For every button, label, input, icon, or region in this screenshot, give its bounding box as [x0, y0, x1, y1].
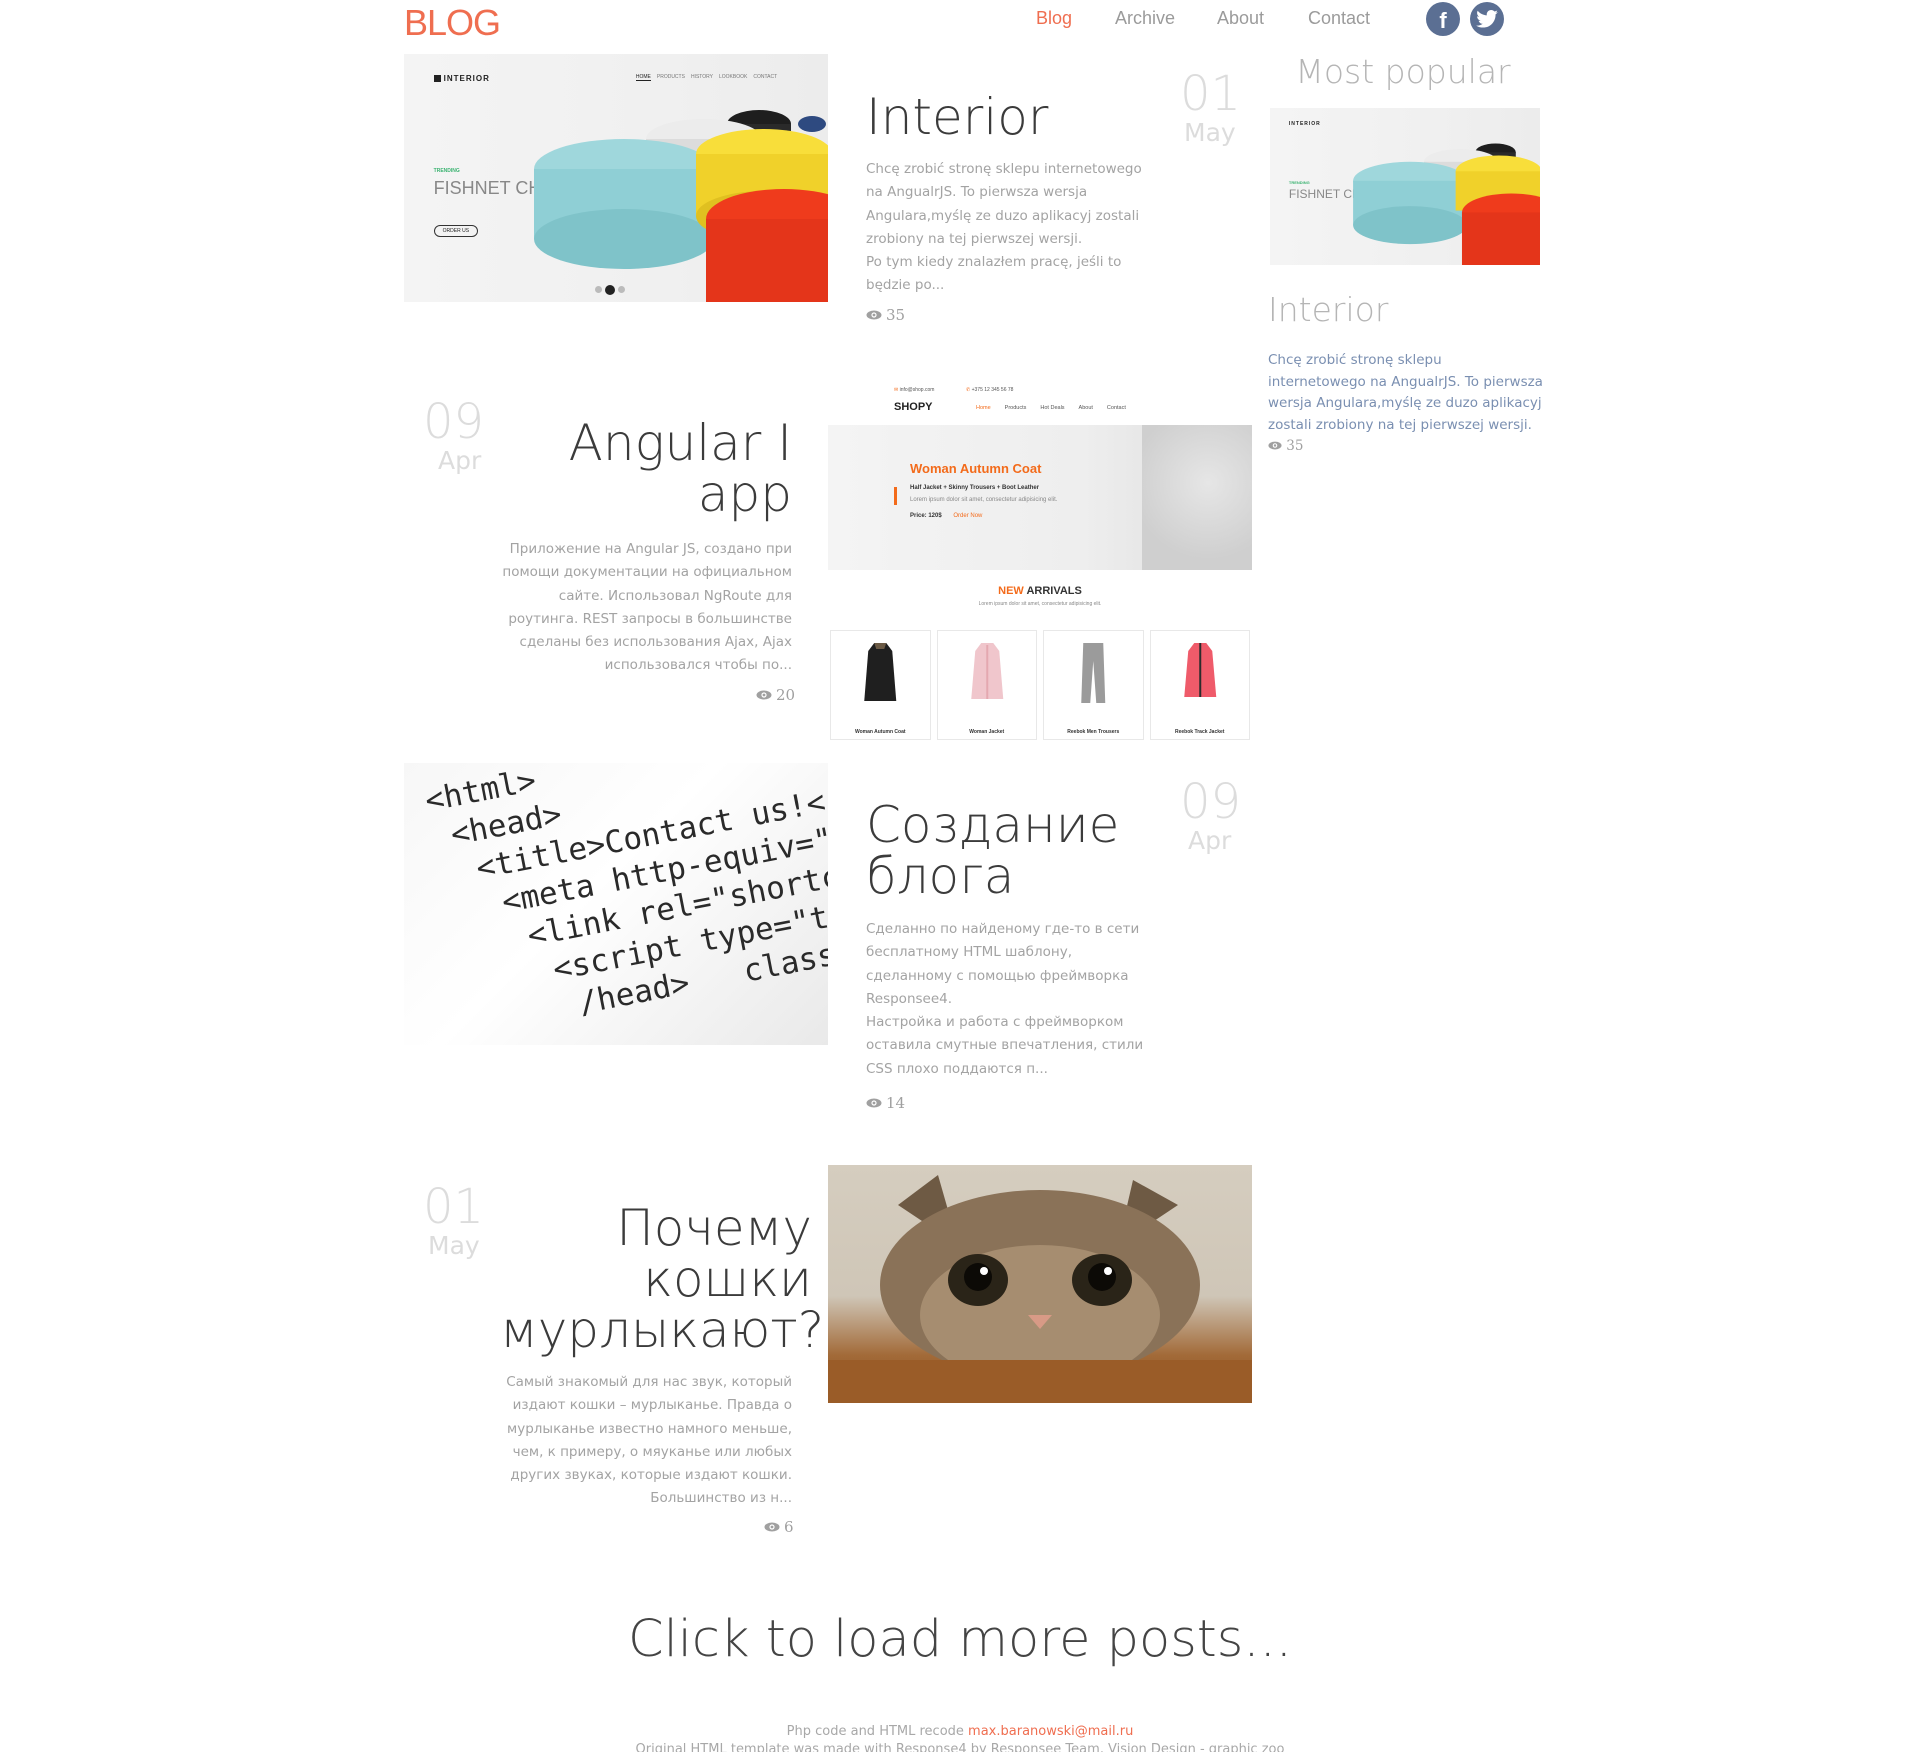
post-1-title[interactable]: Interior: [866, 92, 1048, 143]
post-2-excerpt: Приложение на Angular JS, создано при по…: [502, 541, 792, 674]
post-4-day: 01: [423, 1179, 485, 1235]
eye-icon: [866, 1094, 882, 1112]
post-3-excerpt: Сделанно по найденому где-то в сети бесп…: [866, 921, 1144, 1077]
sidebar-heading: Most popular: [1295, 52, 1511, 91]
eye-icon: [1268, 438, 1282, 454]
footer-credit-line: Php code and HTML recode max.baranowski@…: [786, 1724, 1134, 1739]
twitter-icon[interactable]: [1470, 2, 1504, 36]
post-1-day: 01: [1180, 66, 1242, 122]
post-2-thumbnail[interactable]: ✉ info@shop.com ✆ +375 12 345 56 78 SHOP…: [828, 385, 1252, 740]
post-2-day: 09: [423, 394, 485, 450]
eye-icon: [764, 1518, 780, 1536]
nav-contact[interactable]: Contact: [1308, 8, 1370, 29]
interior-website-screenshot: INTERIOR HOME PRODUCTS HISTORY LOOKBOOK …: [404, 54, 828, 302]
eye-icon: [756, 686, 772, 704]
footer-email-link[interactable]: max.baranowski@mail.ru: [968, 1724, 1133, 1739]
html-code-photo: <html> <head> <title>Contact us!</t <met…: [404, 763, 828, 1045]
nav-blog[interactable]: Blog: [1036, 8, 1072, 29]
post-3-thumbnail[interactable]: <html> <head> <title>Contact us!</t <met…: [404, 763, 828, 1045]
post-1-excerpt: Chcę zrobić stronę sklepu internetowego …: [866, 161, 1142, 294]
post-4-excerpt: Самый знакомый для нас звук, который изд…: [506, 1374, 792, 1507]
footer-template-line: Original HTML template was made with Res…: [635, 1742, 1285, 1752]
post-1-month: May: [1184, 118, 1236, 147]
post-4-month: May: [428, 1231, 480, 1260]
poufs-illustration: [534, 110, 828, 302]
sidebar-post-excerpt: Chcę zrobić stronę sklepu internetowego …: [1268, 352, 1543, 454]
load-more-button[interactable]: Click to load more posts...: [0, 1610, 1920, 1669]
post-2-title[interactable]: Angular I app: [520, 418, 792, 520]
post-3-title[interactable]: Создание блога: [866, 800, 1156, 902]
post-3-month: Apr: [1188, 826, 1232, 855]
post-1-views: 35: [866, 306, 905, 324]
post-3-views: 14: [866, 1094, 905, 1112]
post-4-thumbnail[interactable]: [828, 1165, 1252, 1403]
post-1-thumbnail[interactable]: INTERIOR HOME PRODUCTS HISTORY LOOKBOOK …: [404, 54, 828, 302]
sidebar-post-thumbnail[interactable]: INTERIOR TRENDING FISHNET CHAIR: [1270, 108, 1540, 265]
cat-photo: [828, 1165, 1252, 1403]
shop-website-screenshot: ✉ info@shop.com ✆ +375 12 345 56 78 SHOP…: [828, 385, 1252, 740]
site-logo[interactable]: BLOG: [404, 2, 501, 44]
interior-website-screenshot: INTERIOR TRENDING FISHNET CHAIR: [1270, 108, 1540, 265]
eye-icon: [866, 306, 882, 324]
facebook-icon[interactable]: f: [1426, 2, 1460, 36]
post-4-title[interactable]: Почему кошки мурлыкают?: [500, 1203, 824, 1356]
nav-about[interactable]: About: [1217, 8, 1264, 29]
post-2-month: Apr: [438, 446, 482, 475]
post-2-views: 20: [756, 686, 795, 704]
post-3-day: 09: [1180, 774, 1242, 830]
sidebar-post-title[interactable]: Interior: [1268, 290, 1388, 329]
post-4-views: 6: [764, 1518, 794, 1536]
nav-archive[interactable]: Archive: [1115, 8, 1175, 29]
carousel-dots: [594, 284, 625, 295]
